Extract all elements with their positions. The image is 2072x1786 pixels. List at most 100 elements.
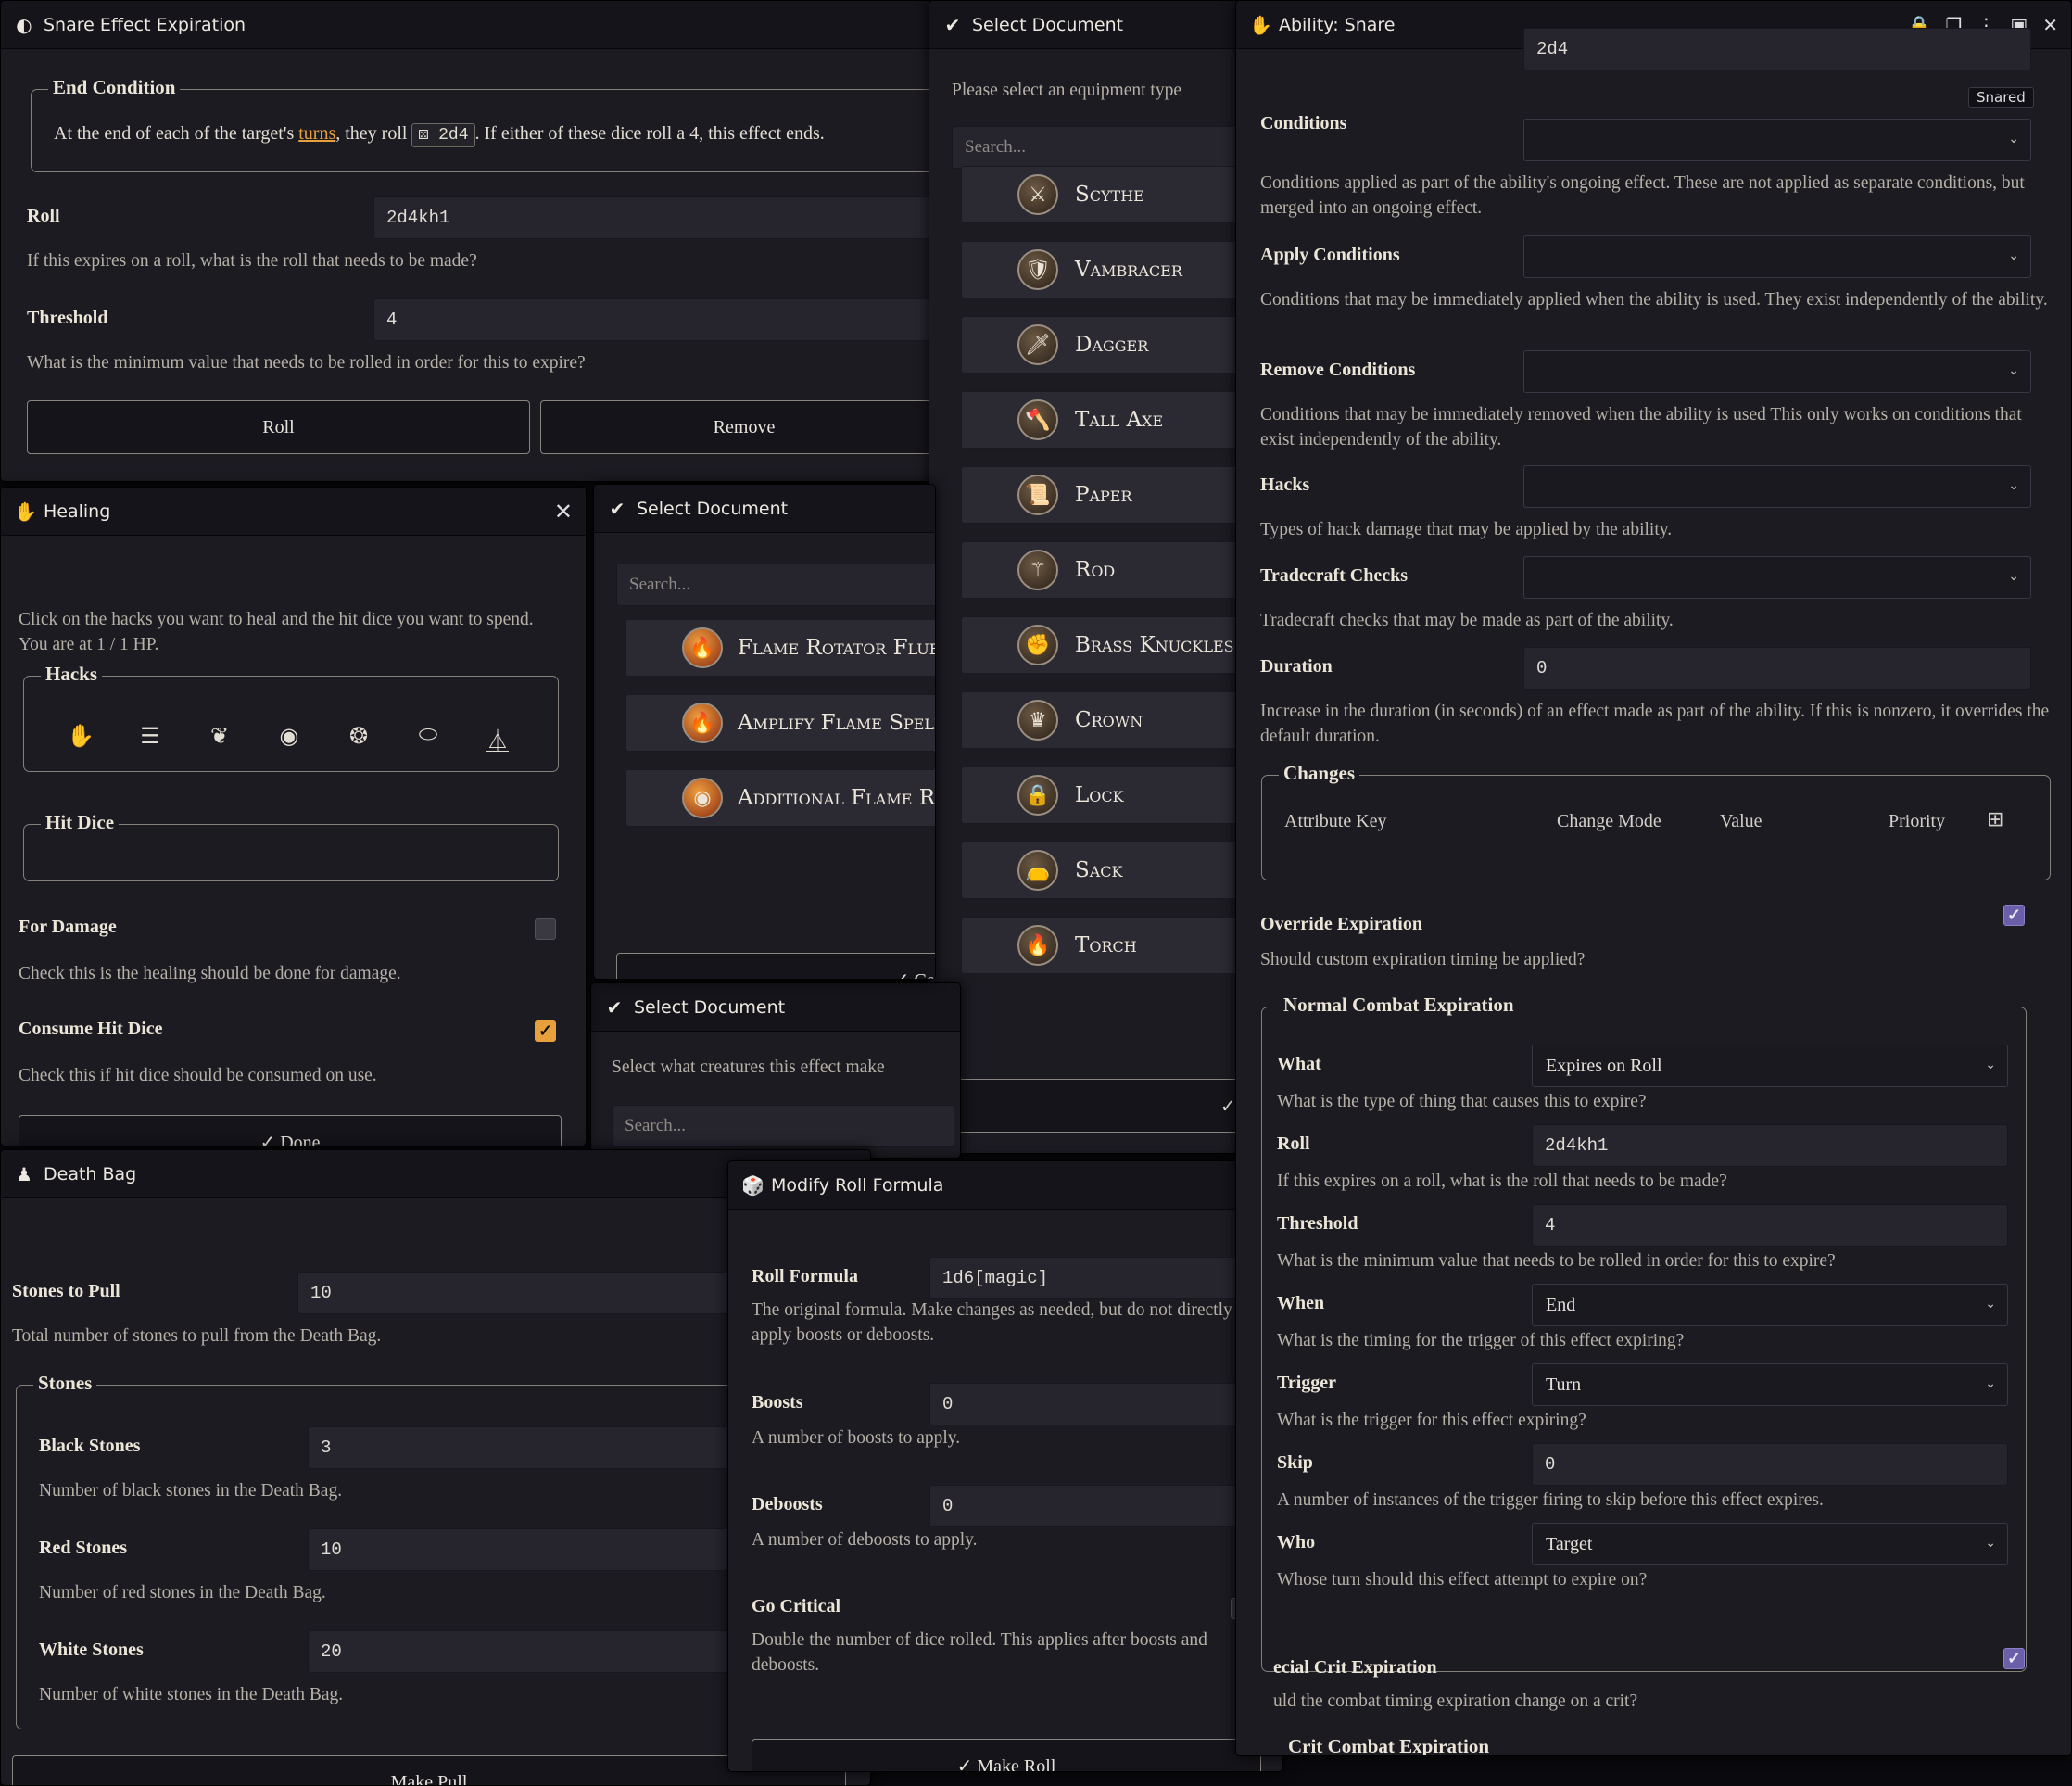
consume-hit-dice-checkbox[interactable]: ✓ <box>535 1020 556 1042</box>
trigger-select[interactable]: Turn ⌄ <box>1532 1363 2008 1406</box>
conditions-select[interactable]: ⌄ <box>1523 119 2031 161</box>
window-header[interactable]: ✔ Select Document <box>591 983 960 1032</box>
window-title: Select Document <box>634 996 786 1018</box>
threshold-input[interactable]: 4 <box>1532 1204 2008 1247</box>
boosts-input[interactable]: 0 <box>929 1383 1261 1425</box>
when-select[interactable]: End ⌄ <box>1532 1284 2008 1326</box>
duration-label: Duration <box>1260 656 1333 677</box>
stones-to-pull-label: Stones to Pull <box>12 1281 120 1301</box>
turns-link[interactable]: turns <box>298 123 335 144</box>
window-header[interactable]: 🎲 Modify Roll Formula ✕ <box>728 1161 1282 1210</box>
ability-list-item[interactable]: 🔥 Flame Rotator Fluency <box>625 619 935 677</box>
duration-input[interactable]: 0 <box>1523 647 2031 690</box>
close-icon[interactable]: ✕ <box>554 499 573 525</box>
roll-button[interactable]: Roll <box>27 400 530 454</box>
roll-formula-input[interactable]: 1d6[magic] <box>929 1257 1261 1299</box>
make-pull-button[interactable]: Make Pull <box>12 1755 846 1785</box>
end-condition-fieldset: End Condition At the end of each of the … <box>31 76 935 172</box>
search-input[interactable]: Search... <box>612 1105 954 1147</box>
for-damage-checkbox[interactable] <box>535 918 556 940</box>
equipment-list-item[interactable]: 🔥 Torch <box>961 917 1243 974</box>
window-title: Healing <box>44 500 111 522</box>
equipment-list-item[interactable]: 🗡 Dagger <box>961 316 1243 374</box>
equipment-list-item[interactable]: 🪓 Tall Axe <box>961 391 1243 449</box>
equipment-name: Paper <box>1075 483 1132 507</box>
special-crit-expiration-checkbox[interactable]: ✓ <box>2003 1648 2025 1669</box>
equipment-list-item[interactable]: 📜 Paper <box>961 466 1243 524</box>
equipment-list-item[interactable]: ⚔ Scythe <box>961 166 1243 223</box>
close-icon[interactable]: ✕ <box>2042 14 2058 36</box>
remove-conditions-hint: Conditions that may be immediately remov… <box>1260 405 2022 450</box>
override-expiration-checkbox[interactable]: ✓ <box>2003 905 2025 926</box>
remove-conditions-select[interactable]: ⌄ <box>1523 350 2031 393</box>
window-header[interactable]: ✋ Healing ✕ <box>1 488 586 536</box>
threshold-input[interactable]: 4 <box>373 298 935 341</box>
who-select[interactable]: Target ⌄ <box>1532 1523 2008 1565</box>
apply-conditions-select[interactable]: ⌄ <box>1523 235 2031 278</box>
equipment-list-item[interactable]: 🔒 Lock <box>961 766 1243 824</box>
equipment-name: Tall Axe <box>1075 408 1164 432</box>
remove-button[interactable]: Remove <box>540 400 935 454</box>
conditions-hint: Conditions applied as part of the abilit… <box>1260 173 2025 218</box>
equipment-name: Rod <box>1075 558 1116 582</box>
modify-roll-window: 🎲 Modify Roll Formula ✕ Roll Formula 1d6… <box>727 1160 1283 1772</box>
equipment-name: Sack <box>1075 858 1123 882</box>
window-title: Select Document <box>972 14 1124 35</box>
snare-expiration-window: ◐ Snare Effect Expiration End Condition … <box>0 0 936 482</box>
done-button[interactable]: ✓ Done <box>19 1115 562 1146</box>
black-stones-label: Black Stones <box>39 1436 141 1456</box>
changes-col-priority: Priority <box>1889 811 1946 831</box>
confirm-button[interactable]: ✓ C <box>952 1079 1243 1133</box>
mouth-icon[interactable]: ⬭ <box>414 723 442 748</box>
equipment-name: Lock <box>1075 783 1124 807</box>
ability-list-item[interactable]: ◉ Additional Flame Rotators <box>625 769 935 827</box>
make-roll-button[interactable]: ✓ Make Roll <box>752 1739 1261 1771</box>
torso-icon[interactable]: ☰ <box>136 723 164 750</box>
normal-combat-expiration-legend: Normal Combat Expiration <box>1279 994 1519 1017</box>
override-expiration-hint: Should custom expiration timing be appli… <box>1260 950 1586 969</box>
special-crit-expiration-label: ecial Crit Expiration <box>1273 1657 1437 1678</box>
equipment-list-item[interactable]: 🛡 Vambracer <box>961 241 1243 298</box>
normal-combat-expiration-fieldset: Normal Combat Expiration What Expires on… <box>1261 994 2027 1672</box>
equipment-name: Brass Knuckles <box>1075 633 1234 657</box>
search-input[interactable]: Search... <box>952 126 1243 169</box>
hit-dice-legend: Hit Dice <box>41 811 120 834</box>
roll-input[interactable]: 2d4kh1 <box>373 196 935 239</box>
equipment-icon: 🗡 <box>1017 324 1058 365</box>
end-condition-text: At the end of each of the target's turns… <box>54 123 825 147</box>
healing-hand-icon: ✋ <box>14 500 37 523</box>
changes-col-value: Value <box>1720 811 1762 831</box>
hand-icon[interactable]: ✋ <box>67 723 95 750</box>
equipment-list-item[interactable]: ♛ Crown <box>961 691 1243 749</box>
top-input[interactable]: 2d4 <box>1523 28 2031 70</box>
hacks-select[interactable]: ⌄ <box>1523 465 2031 508</box>
trigger-hint: What is the trigger for this effect expi… <box>1277 1411 1586 1430</box>
window-header[interactable]: ✔ Select Document <box>594 485 935 533</box>
dice-roll-chip[interactable]: ⚄ 2d4 <box>411 123 475 147</box>
equipment-list-item[interactable]: 👝 Sack <box>961 842 1243 899</box>
creatures-prompt: Select what creatures this effect make <box>612 1058 885 1077</box>
skip-input[interactable]: 0 <box>1532 1443 2008 1486</box>
window-header[interactable]: ◐ Snare Effect Expiration <box>1 1 935 49</box>
apply-conditions-hint: Conditions that may be immediately appli… <box>1260 290 2048 310</box>
black-stones-hint: Number of black stones in the Death Bag. <box>39 1481 343 1501</box>
ear-icon[interactable]: ❂ <box>345 723 373 750</box>
equipment-list-item[interactable]: ⚚ Rod <box>961 541 1243 599</box>
foot-icon[interactable]: ⏅ <box>484 723 512 755</box>
chevron-down-icon: ⌄ <box>1985 1377 1996 1391</box>
lungs-icon[interactable]: ❦ <box>206 723 234 750</box>
roll-input[interactable]: 2d4kh1 <box>1532 1124 2008 1167</box>
tradecraft-select[interactable]: ⌄ <box>1523 556 2031 599</box>
ability-list-item[interactable]: 🔥 Amplify Flame Spells <box>625 694 935 752</box>
eye-icon[interactable]: ◉ <box>275 723 303 750</box>
equipment-list-item[interactable]: ✊ Brass Knuckles <box>961 616 1243 674</box>
consume-hit-dice-hint: Check this if hit dice should be consume… <box>19 1066 377 1085</box>
search-input[interactable]: Search... <box>616 564 935 606</box>
window-header[interactable]: ✔ Select Document <box>929 1 1243 49</box>
what-select[interactable]: Expires on Roll ⌄ <box>1532 1045 2008 1087</box>
deboosts-input[interactable]: 0 <box>929 1485 1261 1527</box>
add-change-icon[interactable]: ⊞ <box>1987 807 2003 831</box>
white-stones-label: White Stones <box>39 1640 144 1660</box>
confirm-button[interactable]: ✓ Confi <box>616 953 935 979</box>
select-creatures-window: ✔ Select Document Select what creatures … <box>590 982 961 1159</box>
